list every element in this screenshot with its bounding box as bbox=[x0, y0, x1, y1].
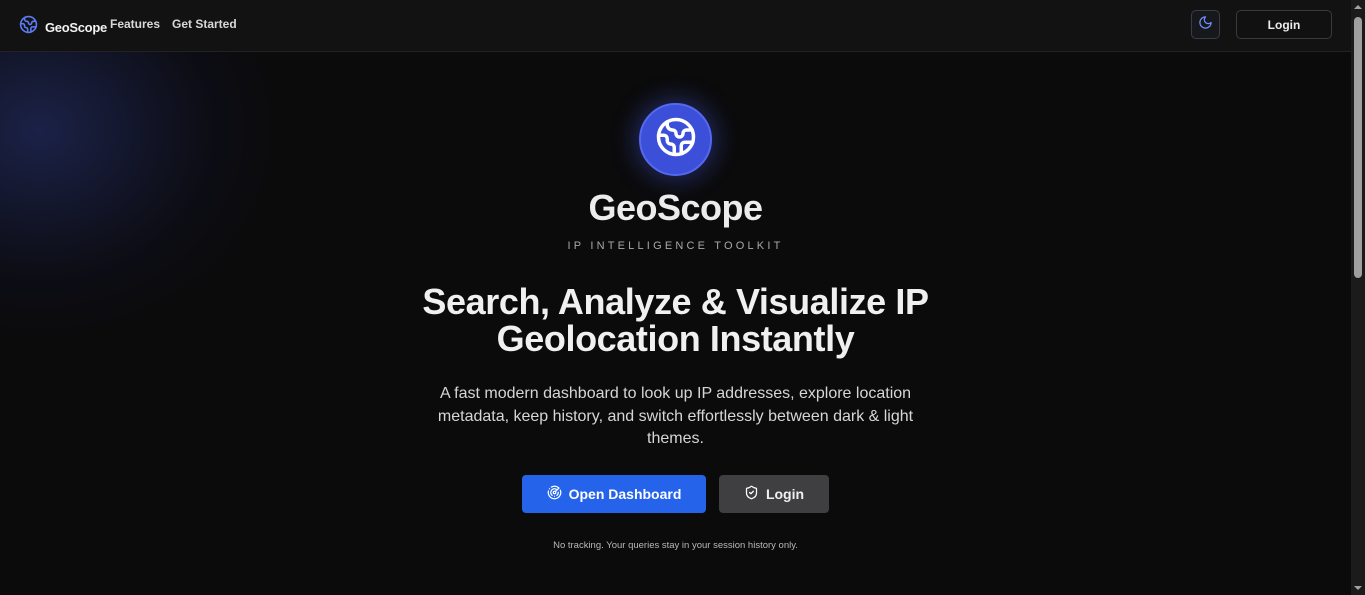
top-navbar: GeoScope Features Get Started Login bbox=[0, 0, 1351, 52]
landing-page: GeoScope Features Get Started Login GeoS… bbox=[0, 0, 1351, 595]
privacy-footnote: No tracking. Your queries stay in your s… bbox=[553, 540, 798, 551]
headline-line-1: Search, Analyze & Visualize IP bbox=[422, 281, 929, 322]
scroll-down-arrow-icon[interactable] bbox=[1354, 584, 1362, 592]
theme-toggle-button[interactable] bbox=[1191, 10, 1220, 39]
brand[interactable]: GeoScope bbox=[19, 15, 107, 39]
scrollbar-thumb[interactable] bbox=[1354, 17, 1362, 278]
hero-tagline: IP INTELLIGENCE TOOLKIT bbox=[567, 240, 784, 252]
globe-icon bbox=[655, 116, 697, 163]
open-dashboard-button[interactable]: Open Dashboard bbox=[522, 475, 706, 513]
moon-icon bbox=[1198, 15, 1213, 35]
brand-name: GeoScope bbox=[45, 19, 107, 35]
open-dashboard-label: Open Dashboard bbox=[568, 486, 682, 502]
nav-link-get-started[interactable]: Get Started bbox=[172, 17, 237, 31]
radar-icon bbox=[547, 485, 562, 503]
hero-headline: Search, Analyze & Visualize IP Geolocati… bbox=[375, 283, 976, 357]
vertical-scrollbar[interactable] bbox=[1351, 0, 1365, 595]
scroll-up-arrow-icon[interactable] bbox=[1354, 3, 1362, 11]
hero-description: A fast modern dashboard to look up IP ad… bbox=[437, 385, 914, 447]
headline-line-2: Geolocation Instantly bbox=[496, 318, 855, 359]
nav-link-features[interactable]: Features bbox=[110, 17, 160, 31]
login-label: Login bbox=[765, 486, 805, 502]
globe-icon bbox=[19, 15, 38, 39]
nav-login-button[interactable]: Login bbox=[1236, 10, 1332, 39]
hero-logo bbox=[639, 103, 712, 176]
shield-icon bbox=[744, 485, 759, 503]
login-button[interactable]: Login bbox=[719, 475, 829, 513]
hero-title: GeoScope bbox=[588, 187, 763, 228]
